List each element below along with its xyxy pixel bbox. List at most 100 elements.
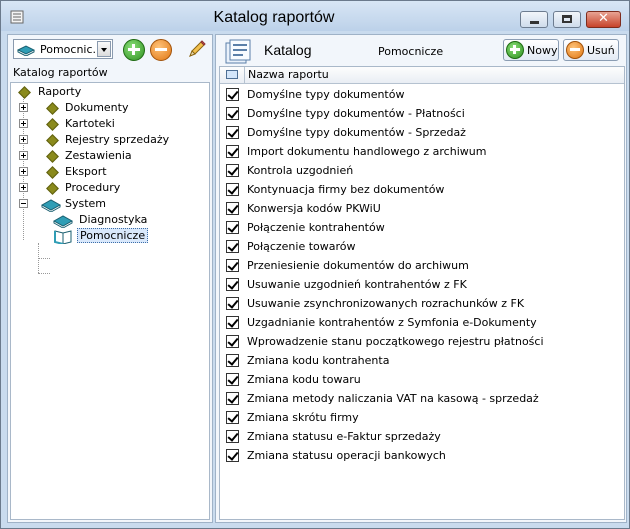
close-button[interactable]: ✕: [586, 11, 621, 28]
report-checkbox[interactable]: [226, 240, 239, 253]
report-name: Zmiana kodu towaru: [247, 373, 361, 386]
report-row[interactable]: Domyślne typy dokumentów - Płatności: [220, 105, 624, 124]
tree-node-label: Dokumenty: [65, 101, 129, 114]
report-list: Nazwa raportu Domyślne typy dokumentów Do…: [219, 66, 625, 520]
report-row[interactable]: Zmiana kodu towaru: [220, 371, 624, 390]
report-row[interactable]: Zmiana statusu e-Faktur sprzedaży: [220, 428, 624, 447]
report-row[interactable]: Połączenie towarów: [220, 238, 624, 257]
new-report-button[interactable]: Nowy: [503, 39, 559, 61]
report-row[interactable]: Zmiana kodu kontrahenta: [220, 352, 624, 371]
report-row[interactable]: Połączenie kontrahentów: [220, 219, 624, 238]
report-name: Uzgadnianie kontrahentów z Symfonia e-Do…: [247, 316, 537, 329]
tree-node-label: Diagnostyka: [79, 213, 148, 226]
report-row[interactable]: Domyślne typy dokumentów - Sprzedaż: [220, 124, 624, 143]
report-row[interactable]: Usuwanie zsynchronizowanych rozrachunków…: [220, 295, 624, 314]
report-checkbox[interactable]: [226, 411, 239, 424]
report-checkbox[interactable]: [226, 259, 239, 272]
report-checkbox[interactable]: [226, 335, 239, 348]
expand-icon[interactable]: [19, 167, 28, 176]
chevron-down-icon[interactable]: [97, 41, 111, 57]
report-row[interactable]: Usuwanie uzgodnień kontrahentów z FK: [220, 276, 624, 295]
maximize-icon: [562, 15, 572, 23]
report-folder-icon: [46, 166, 59, 179]
expand-icon[interactable]: [19, 103, 28, 112]
tree-node-label: Raporty: [38, 85, 82, 98]
report-checkbox[interactable]: [226, 297, 239, 310]
report-row[interactable]: Domyślne typy dokumentów: [220, 86, 624, 105]
right-panel: Katalog Pomocnicze Nowy Usuń Nazwa rapor…: [215, 34, 627, 523]
report-name: Wprowadzenie stanu początkowego rejestru…: [247, 335, 544, 348]
report-checkbox[interactable]: [226, 278, 239, 291]
report-checkbox[interactable]: [226, 316, 239, 329]
tree-node-label: Kartoteki: [65, 117, 115, 130]
report-name: Kontrola uzgodnień: [247, 164, 354, 177]
expand-icon[interactable]: [19, 119, 28, 128]
tree-node-label: Procedury: [65, 181, 121, 194]
report-folder-icon: [46, 182, 59, 195]
list-header: Nazwa raportu: [220, 67, 624, 84]
report-row[interactable]: Wprowadzenie stanu początkowego rejestru…: [220, 333, 624, 352]
catalog-tree: Raporty Dokumenty Kartoteki Rejestry spr…: [10, 82, 210, 520]
report-checkbox[interactable]: [226, 449, 239, 462]
expand-icon[interactable]: [19, 135, 28, 144]
report-folder-icon: [46, 134, 59, 147]
column-separator: [244, 67, 245, 83]
close-icon: ✕: [598, 11, 609, 26]
report-folder-icon: [46, 150, 59, 163]
add-catalog-button[interactable]: [123, 39, 145, 61]
minus-icon: [566, 41, 584, 59]
catalog-icon: [225, 39, 251, 64]
window-title: Katalog raportów: [213, 9, 335, 26]
report-row[interactable]: Import dokumentu handlowego z archiwum: [220, 143, 624, 162]
tree-node-label: Eksport: [65, 165, 107, 178]
report-checkbox[interactable]: [226, 88, 239, 101]
tree-node-label: System: [65, 197, 107, 210]
plus-icon: [128, 44, 140, 55]
delete-report-button[interactable]: Usuń: [563, 39, 619, 61]
left-panel: Pomocnic... Katalog raportów Raporty Dok…: [7, 34, 213, 523]
report-checkbox[interactable]: [226, 183, 239, 196]
report-row[interactable]: Zmiana metody naliczania VAT na kasową -…: [220, 390, 624, 409]
report-checkbox[interactable]: [226, 164, 239, 177]
new-report-label: Nowy: [527, 44, 558, 57]
tree-guide: [38, 258, 50, 259]
report-row[interactable]: Kontynuacja firmy bez dokumentów: [220, 181, 624, 200]
expand-icon[interactable]: [19, 183, 28, 192]
catalog-combo[interactable]: Pomocnic...: [13, 39, 113, 59]
minimize-icon: [530, 21, 539, 24]
report-checkbox[interactable]: [226, 107, 239, 120]
report-checkbox[interactable]: [226, 202, 239, 215]
report-row[interactable]: Konwersja kodów PKWiU: [220, 200, 624, 219]
delete-report-label: Usuń: [587, 44, 615, 57]
collapse-icon[interactable]: [19, 199, 28, 208]
report-checkbox[interactable]: [226, 430, 239, 443]
report-name: Domyślne typy dokumentów: [247, 88, 405, 101]
report-row[interactable]: Zmiana statusu operacji bankowych: [220, 447, 624, 466]
report-name: Zmiana statusu e-Faktur sprzedaży: [247, 430, 441, 443]
report-row[interactable]: Zmiana skrótu firmy: [220, 409, 624, 428]
report-checkbox[interactable]: [226, 126, 239, 139]
report-row[interactable]: Kontrola uzgodnień: [220, 162, 624, 181]
report-checkbox[interactable]: [226, 373, 239, 386]
report-row[interactable]: Przeniesienie dokumentów do archiwum: [220, 257, 624, 276]
report-checkbox[interactable]: [226, 354, 239, 367]
edit-pencil-icon[interactable]: [186, 38, 208, 60]
title-bar[interactable]: Katalog raportów ✕: [1, 1, 629, 31]
report-name: Przeniesienie dokumentów do archiwum: [247, 259, 469, 272]
report-checkbox[interactable]: [226, 392, 239, 405]
column-header-name[interactable]: Nazwa raportu: [248, 68, 329, 81]
report-name: Zmiana metody naliczania VAT na kasową -…: [247, 392, 539, 405]
report-name: Kontynuacja firmy bez dokumentów: [247, 183, 445, 196]
expand-icon[interactable]: [19, 151, 28, 160]
report-name: Domyślne typy dokumentów - Sprzedaż: [247, 126, 466, 139]
report-row[interactable]: Uzgadnianie kontrahentów z Symfonia e-Do…: [220, 314, 624, 333]
report-checkbox[interactable]: [226, 221, 239, 234]
select-all-icon[interactable]: [226, 70, 238, 79]
report-catalog-window: Katalog raportów ✕ Pomocnic... Katalog r…: [0, 0, 630, 529]
report-name: Domyślne typy dokumentów - Płatności: [247, 107, 465, 120]
minimize-button[interactable]: [520, 11, 548, 28]
report-name: Zmiana skrótu firmy: [247, 411, 359, 424]
remove-catalog-button[interactable]: [150, 39, 172, 61]
report-checkbox[interactable]: [226, 145, 239, 158]
maximize-button[interactable]: [553, 11, 581, 28]
